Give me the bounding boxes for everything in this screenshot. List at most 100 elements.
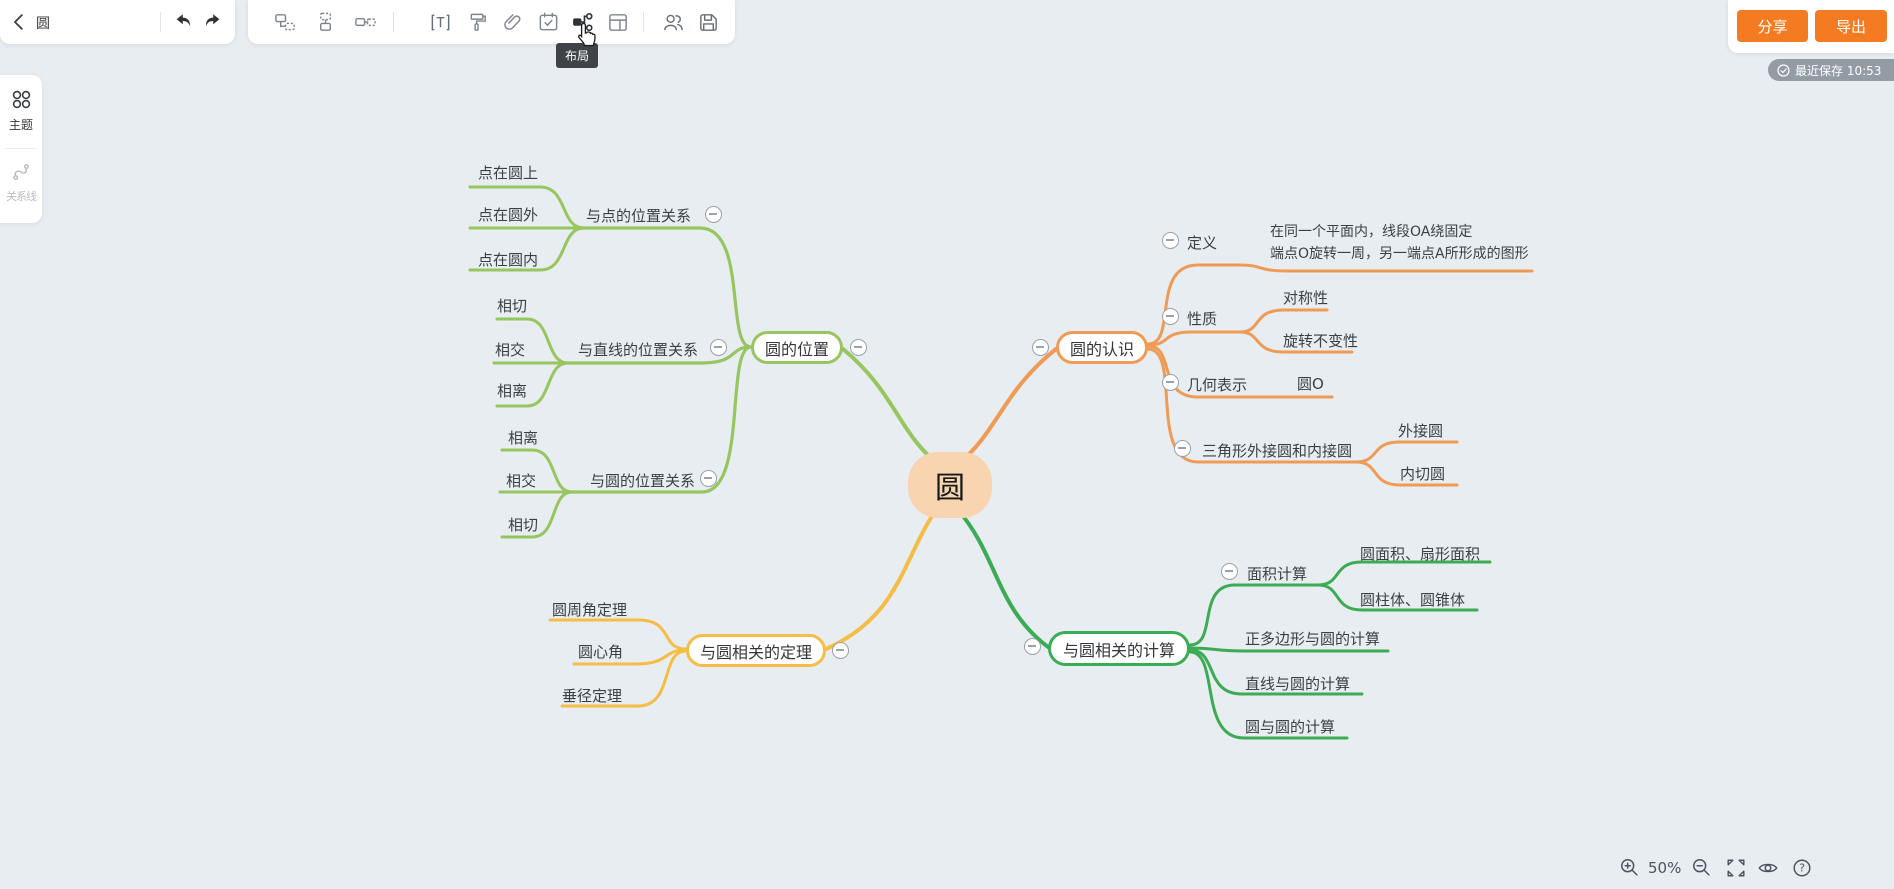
topic-circle-calculations[interactable]: 与圆相关的计算 bbox=[1048, 631, 1190, 666]
topic-line-circle-calc[interactable]: 直线与圆的计算 bbox=[1245, 673, 1350, 694]
topic-central-angle[interactable]: 圆心角 bbox=[578, 641, 623, 662]
collapse-button[interactable] bbox=[1162, 374, 1179, 391]
zoom-out-button[interactable] bbox=[1690, 856, 1714, 880]
paperclip-icon bbox=[502, 11, 525, 34]
panel-layout-button[interactable] bbox=[606, 10, 630, 34]
topic-inscribed-angle-theorem[interactable]: 圆周角定理 bbox=[552, 599, 627, 620]
topic-point-on-circle[interactable]: 点在圆上 bbox=[478, 162, 538, 183]
topic-center[interactable]: 圆 bbox=[908, 452, 992, 518]
collaborate-button[interactable] bbox=[661, 10, 685, 34]
topic-definition-text-line2[interactable]: 端点O旋转一周，另一端点A所形成的图形 bbox=[1270, 243, 1529, 263]
collapse-button[interactable] bbox=[710, 339, 727, 356]
toolbar-divider bbox=[160, 12, 161, 32]
topic-definition[interactable]: 定义 bbox=[1187, 232, 1217, 253]
collapse-button[interactable] bbox=[1174, 440, 1191, 457]
eye-icon bbox=[1756, 857, 1780, 879]
topic-circumscribed-circle[interactable]: 外接圆 bbox=[1398, 420, 1443, 441]
collapse-button[interactable] bbox=[1024, 638, 1041, 655]
insert-child-node-button[interactable] bbox=[353, 10, 377, 34]
format-painter-button[interactable] bbox=[466, 10, 490, 34]
mouse-cursor-icon bbox=[576, 22, 598, 52]
collapse-button[interactable] bbox=[1162, 232, 1179, 249]
collapse-button[interactable] bbox=[850, 339, 867, 356]
paint-roller-icon bbox=[467, 11, 490, 34]
app: { "header": { "title": "圆", "layout_tool… bbox=[0, 0, 1894, 889]
text-style-button[interactable] bbox=[428, 10, 452, 34]
insert-parent-icon bbox=[320, 13, 330, 19]
topic-properties[interactable]: 性质 bbox=[1187, 308, 1217, 329]
collapse-button[interactable] bbox=[705, 206, 722, 223]
task-check-icon bbox=[537, 11, 560, 34]
topic-line-intersect[interactable]: 相交 bbox=[495, 339, 525, 360]
topic-inscribed-circle[interactable]: 内切圆 bbox=[1400, 463, 1445, 484]
undo-icon bbox=[173, 12, 195, 32]
topic-polygon-circle-calc[interactable]: 正多边形与圆的计算 bbox=[1245, 628, 1380, 649]
topic-cylinder-cone[interactable]: 圆柱体、圆锥体 bbox=[1360, 589, 1465, 610]
topic-geometric-notation[interactable]: 几何表示 bbox=[1187, 374, 1247, 395]
check-circle-icon bbox=[1777, 64, 1790, 77]
topic-circle-position-relation[interactable]: 与圆的位置关系 bbox=[590, 470, 695, 491]
share-button[interactable]: 分享 bbox=[1737, 10, 1808, 42]
topic-point-outside-circle[interactable]: 点在圆外 bbox=[478, 204, 538, 225]
insert-parent-node-button[interactable] bbox=[313, 10, 337, 34]
collapse-button[interactable] bbox=[1221, 563, 1238, 580]
sidebar-relation-label: 关系线 bbox=[0, 188, 42, 204]
insert-node-icon bbox=[285, 23, 294, 29]
topic-triangle-circles[interactable]: 三角形外接圆和内接圆 bbox=[1202, 440, 1352, 461]
redo-icon bbox=[201, 12, 223, 32]
save-status-badge: 最近保存 10:53 bbox=[1768, 59, 1894, 81]
attachment-button[interactable] bbox=[501, 10, 525, 34]
presentation-view-button[interactable] bbox=[1756, 856, 1780, 880]
topic-circle-sector-area[interactable]: 圆面积、扇形面积 bbox=[1360, 543, 1480, 564]
relation-line-icon bbox=[10, 160, 33, 183]
topic-line-position-relation[interactable]: 与直线的位置关系 bbox=[578, 339, 698, 360]
zoom-level[interactable]: 50% bbox=[1648, 859, 1681, 877]
insert-sibling-node-button[interactable] bbox=[273, 10, 297, 34]
task-button[interactable] bbox=[536, 10, 560, 34]
redo-button[interactable] bbox=[200, 10, 224, 34]
topic-circle-intersect[interactable]: 相交 bbox=[506, 470, 536, 491]
topic-line-separate[interactable]: 相离 bbox=[497, 380, 527, 401]
topic-circle-o[interactable]: 圆O bbox=[1297, 373, 1324, 394]
topic-circle-circle-calc[interactable]: 圆与圆的计算 bbox=[1245, 716, 1335, 737]
topic-point-position-relation[interactable]: 与点的位置关系 bbox=[586, 205, 691, 226]
topic-circle-tangent[interactable]: 相切 bbox=[508, 514, 538, 535]
chevron-left-icon bbox=[15, 15, 22, 29]
topic-definition-text-line1[interactable]: 在同一个平面内，线段OA绕固定 bbox=[1270, 221, 1472, 241]
zoom-out-icon bbox=[1691, 857, 1713, 879]
insert-child-icon bbox=[367, 19, 375, 25]
sidebar-item-relation-line[interactable]: 关系线 bbox=[0, 160, 42, 204]
topic-symmetry[interactable]: 对称性 bbox=[1283, 287, 1328, 308]
collapse-button[interactable] bbox=[832, 642, 849, 659]
zoom-in-button[interactable] bbox=[1618, 856, 1642, 880]
topic-area-calculation[interactable]: 面积计算 bbox=[1247, 563, 1307, 584]
topic-rotation-invariance[interactable]: 旋转不变性 bbox=[1283, 330, 1358, 351]
collapse-button[interactable] bbox=[1032, 339, 1049, 356]
header-actions-panel: 分享 导出 bbox=[1728, 0, 1894, 53]
svg-text:?: ? bbox=[1799, 862, 1805, 875]
topic-line-tangent[interactable]: 相切 bbox=[497, 295, 527, 316]
theme-icon bbox=[10, 88, 33, 111]
text-icon bbox=[429, 11, 452, 34]
topic-circle-separate[interactable]: 相离 bbox=[508, 427, 538, 448]
table-layout-icon bbox=[607, 11, 630, 34]
topic-circle-understanding[interactable]: 圆的认识 bbox=[1056, 331, 1148, 364]
mindmap-branches bbox=[0, 0, 1894, 889]
people-icon bbox=[662, 11, 685, 34]
export-button[interactable]: 导出 bbox=[1815, 10, 1887, 42]
document-title[interactable]: 圆 bbox=[36, 13, 50, 33]
topic-circle-theorems[interactable]: 与圆相关的定理 bbox=[686, 634, 826, 667]
collapse-button[interactable] bbox=[1162, 308, 1179, 325]
topic-perpendicular-chord-theorem[interactable]: 垂径定理 bbox=[562, 685, 622, 706]
fit-screen-button[interactable] bbox=[1724, 856, 1748, 880]
collapse-button[interactable] bbox=[700, 470, 717, 487]
help-button[interactable]: ? bbox=[1790, 856, 1814, 880]
save-icon bbox=[697, 11, 720, 34]
undo-button[interactable] bbox=[172, 10, 196, 34]
save-button[interactable] bbox=[696, 10, 720, 34]
topic-point-inside-circle[interactable]: 点在圆内 bbox=[478, 249, 538, 270]
sidebar-item-theme[interactable]: 主题 bbox=[0, 88, 42, 133]
toolbar-divider bbox=[643, 12, 644, 32]
topic-circle-position[interactable]: 圆的位置 bbox=[751, 331, 843, 364]
back-button[interactable] bbox=[8, 10, 32, 34]
